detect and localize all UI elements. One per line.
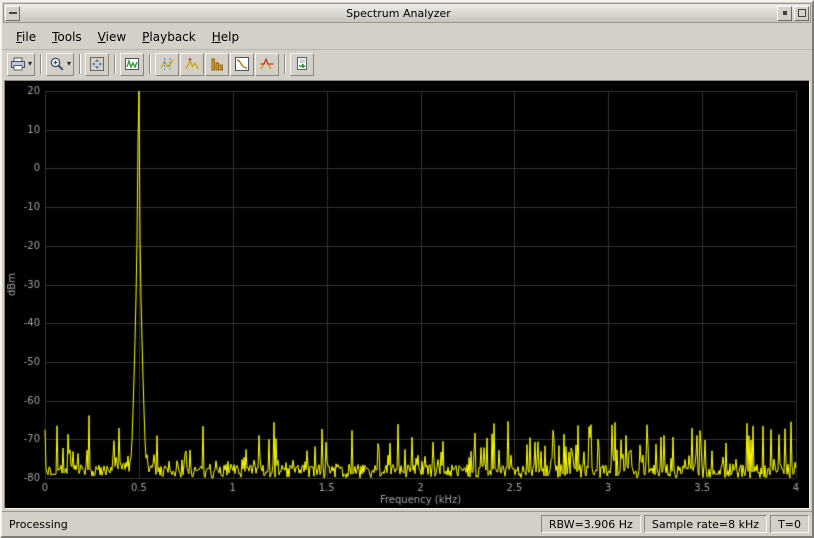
zoom-in-icon [49,56,65,72]
zoom-in-button[interactable]: ▾ [46,53,74,76]
spectral-mask-button[interactable] [255,53,279,76]
fit-to-view-button[interactable] [85,53,109,76]
dropdown-arrow-icon[interactable]: ▾ [28,60,32,68]
menu-view[interactable]: View [90,26,134,48]
toolbar: ▾ ▾ [2,49,812,78]
spectrum-settings-icon [124,56,140,72]
window-title: Spectrum Analyzer [21,7,776,20]
minimize-button[interactable] [777,6,792,21]
menu-tools[interactable]: Tools [44,26,90,48]
spectral-mask-icon [259,56,275,72]
peak-finder-button[interactable] [180,53,204,76]
status-bar: Processing RBW=3.906 Hz Sample rate=8 kH… [2,511,812,536]
snapshot-button[interactable] [290,53,314,76]
cursor-measurements-icon [159,56,175,72]
time-panel: T=0 [770,515,809,533]
printer-icon [10,56,26,72]
fit-to-view-icon [89,56,105,72]
menu-playback[interactable]: Playback [134,26,204,48]
toolbar-separator [114,54,116,74]
sample-rate-panel: Sample rate=8 kHz [644,515,767,533]
plot-area[interactable] [4,80,810,509]
menu-help[interactable]: Help [204,26,247,48]
print-button[interactable]: ▾ [7,53,35,76]
status-message: Processing [5,518,538,531]
distortion-measurements-button[interactable] [205,53,229,76]
ccdf-measurements-icon [234,56,250,72]
snapshot-icon [294,56,310,72]
toolbar-separator [79,54,81,74]
maximize-icon [798,9,806,17]
peak-finder-icon [184,56,200,72]
window-menu-button[interactable] [5,6,20,21]
menu-file[interactable]: File [8,26,44,48]
maximize-button[interactable] [794,6,809,21]
spectrum-settings-button[interactable] [120,53,144,76]
toolbar-separator [284,54,286,74]
menu-bar: File Tools View Playback Help [2,24,812,49]
spectrum-analyzer-window: Spectrum Analyzer File Tools View Playba… [0,0,814,538]
title-bar[interactable]: Spectrum Analyzer [3,3,811,23]
distortion-measurements-icon [209,56,225,72]
spectrum-plot[interactable] [5,81,809,508]
ccdf-measurements-button[interactable] [230,53,254,76]
toolbar-separator [40,54,42,74]
rbw-panel: RBW=3.906 Hz [541,515,641,533]
window-menu-icon [9,12,17,14]
dropdown-arrow-icon[interactable]: ▾ [67,60,71,68]
cursor-measurements-button[interactable] [155,53,179,76]
minimize-icon [783,11,787,15]
toolbar-separator [149,54,151,74]
